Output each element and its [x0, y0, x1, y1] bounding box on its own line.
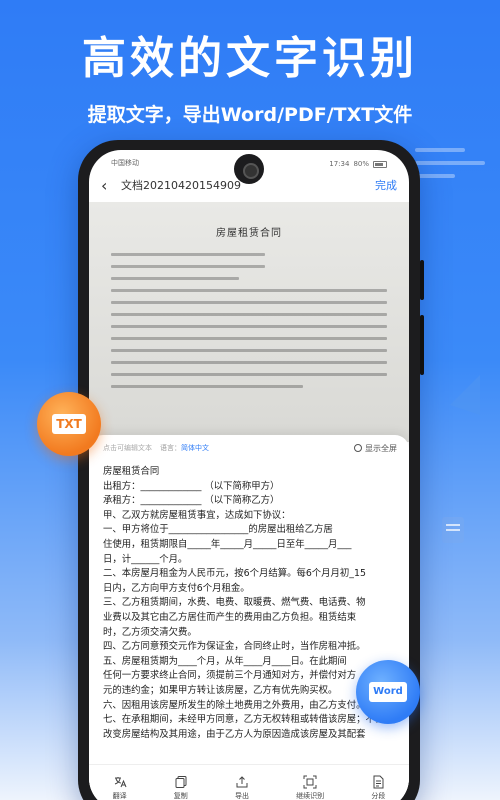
- fullscreen-icon: [354, 444, 362, 452]
- language-value: 简体中文: [181, 444, 209, 452]
- decorative-document-icon: [442, 517, 464, 543]
- text-line: 日内，乙方向甲方支付6个月租金。: [103, 582, 250, 594]
- text-line: 甲、乙双方就房屋租赁事宜，达成如下协议：: [103, 509, 291, 521]
- nav-bar: ‹ 文档20210420154909 完成: [101, 174, 397, 196]
- word-format-badge: Word: [356, 660, 420, 724]
- text-line: 一、甲方将位于_________________的房屋出租给乙方居: [103, 524, 333, 536]
- back-icon[interactable]: ‹: [101, 176, 113, 195]
- hero-title: 高效的文字识别: [82, 33, 418, 84]
- language-selector[interactable]: 语言：简体中文: [160, 443, 209, 453]
- phone-side-button: [420, 315, 424, 375]
- text-line: 三、乙方租赁期间，水费、电费、取暖费、燃气费、电话费、物: [103, 597, 366, 609]
- paragraph-label: 分段: [371, 791, 386, 800]
- decorative-arrow-icon: [450, 375, 480, 415]
- copy-button[interactable]: 复制: [174, 775, 188, 800]
- battery-percent: 80%: [353, 160, 369, 168]
- text-line: 时，乙方须交清欠费。: [103, 626, 197, 638]
- text-line: 承租方：_____________ （以下简称乙方）: [103, 495, 280, 507]
- document-title: 文档20210420154909: [121, 179, 241, 192]
- text-line: 四、乙方同意预交元作为保证金，合同终止时，当作房租冲抵。: [103, 641, 366, 653]
- translate-button[interactable]: 翻译: [113, 775, 127, 800]
- bottom-toolbar: 翻译 复制 导出 继续识别 分段: [89, 764, 409, 800]
- ocr-result-panel: 点击可编辑文本 语言：简体中文 显示全屏 房屋租赁合同 出租方：________…: [89, 435, 409, 800]
- text-line: 六、因租用该房屋所发生的除土地费用之外费用，由乙方支付。: [103, 699, 366, 711]
- txt-badge-label: TXT: [52, 414, 86, 434]
- carrier-label: 中国移动: [111, 159, 139, 167]
- text-line: 元的违约金；如果甲方转让该房屋，乙方有优先购买权。: [103, 684, 338, 696]
- paragraph-icon: [373, 775, 384, 788]
- hero-subtitle: 提取文字，导出Word/PDF/TXT文件: [87, 104, 413, 126]
- txt-format-badge: TXT: [37, 392, 101, 456]
- decorative-lines: [415, 148, 485, 187]
- language-label: 语言：: [160, 444, 181, 452]
- text-line: 房屋租赁合同: [103, 466, 160, 477]
- text-line: 业费以及其它由乙方居住而产生的费用由乙方负担。租赁结束: [103, 611, 357, 623]
- word-badge-label: Word: [369, 682, 407, 702]
- copy-label: 复制: [173, 791, 188, 800]
- panel-header: 点击可编辑文本 语言：简体中文 显示全屏: [89, 435, 409, 461]
- scanned-document-image: 房屋租赁合同: [89, 202, 409, 442]
- fullscreen-label: 显示全屏: [365, 443, 397, 453]
- paragraph-button[interactable]: 分段: [371, 775, 385, 800]
- text-line: 出租方：_____________ （以下简称甲方）: [103, 480, 280, 492]
- continue-scan-button[interactable]: 继续识别: [296, 775, 324, 800]
- fullscreen-button[interactable]: 显示全屏: [354, 443, 397, 454]
- text-line: 住使用，租赁期限自_____年_____月_____日至年_____月___: [103, 538, 352, 550]
- translate-label: 翻译: [112, 791, 127, 800]
- export-icon: [236, 775, 248, 787]
- status-bar: 中国移动 17:34 80%: [111, 158, 387, 170]
- text-line: 改变房屋结构及其用途，由于乙方人为原因造成该房屋及其配套: [103, 728, 366, 740]
- phone-side-button: [420, 260, 424, 300]
- time-label: 17:34: [329, 160, 350, 168]
- text-line: 二、本房屋月租金为人民币元，按6个月结算。每6个月月初_15: [103, 568, 366, 580]
- scan-title: 房屋租赁合同: [216, 228, 282, 239]
- export-label: 导出: [234, 791, 249, 800]
- continue-scan-label: 继续识别: [296, 791, 325, 800]
- done-button[interactable]: 完成: [375, 177, 397, 193]
- text-line: 五、房屋租赁期为____个月，从年____月____日。在此期间: [103, 655, 347, 667]
- translate-icon: [114, 776, 127, 787]
- edit-hint: 点击可编辑文本: [103, 444, 152, 452]
- scan-icon: [303, 775, 317, 788]
- export-button[interactable]: 导出: [235, 775, 249, 800]
- copy-icon: [175, 775, 187, 788]
- text-line: 日，计______个月。: [103, 553, 188, 565]
- text-line: 任何一方要求终止合同，须提前三个月通知对方，并偿付对方: [103, 670, 357, 682]
- text-line: 七、在承租期间，未经甲方同意，乙方无权转租或转借该房屋；不得: [103, 714, 385, 726]
- battery-icon: [373, 160, 387, 168]
